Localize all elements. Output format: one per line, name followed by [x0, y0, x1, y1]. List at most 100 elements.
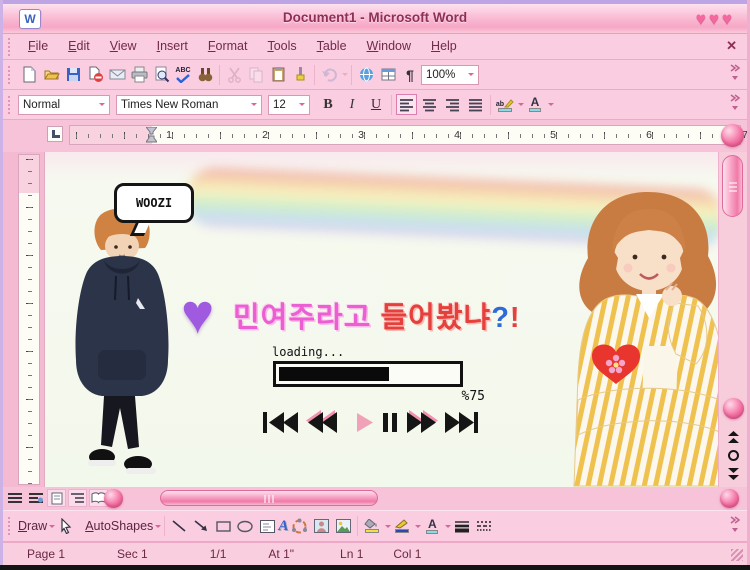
window-controls-hearts-icon[interactable]: ♥♥♥: [696, 9, 735, 29]
status-bar: Page 1 Sec 1 1/1 At 1" Ln 1 Col 1: [3, 542, 747, 565]
scroll-right-button[interactable]: [720, 489, 739, 508]
bold-button[interactable]: B: [316, 97, 340, 113]
paste-icon[interactable]: [267, 64, 289, 86]
rectangle-icon[interactable]: [212, 515, 234, 537]
font-color-dropdown-icon[interactable]: [548, 103, 554, 109]
loading-label: loading...: [272, 345, 345, 359]
undo-icon[interactable]: [318, 64, 340, 86]
menu-help[interactable]: Help: [421, 34, 467, 59]
rewind-icon: [306, 410, 337, 433]
outline-view-icon[interactable]: [68, 489, 87, 507]
picture-icon[interactable]: [332, 515, 354, 537]
line-icon[interactable]: [168, 515, 190, 537]
font-color-icon[interactable]: A: [524, 94, 546, 116]
toolbar-grip[interactable]: [8, 65, 10, 84]
vertical-scrollbar-thumb[interactable]: [722, 155, 743, 217]
standard-toolbar: ABC ¶ 100%: [3, 60, 747, 90]
normal-view-icon[interactable]: [5, 489, 24, 507]
status-page: Page 1: [27, 547, 66, 561]
toolbar-grip[interactable]: [8, 37, 10, 56]
menu-file[interactable]: File: [18, 34, 58, 59]
align-right-button[interactable]: [442, 94, 463, 115]
spelling-grammar-icon[interactable]: ABC: [172, 64, 194, 86]
line-color-icon[interactable]: [391, 515, 413, 537]
show-hide-formatting-icon[interactable]: ¶: [399, 64, 421, 86]
menu-edit[interactable]: Edit: [58, 34, 100, 59]
toolbar-options-chevron-icon[interactable]: [729, 63, 741, 86]
menu-window[interactable]: Window: [357, 34, 421, 59]
select-browse-object-icon[interactable]: [726, 449, 740, 462]
menu-table[interactable]: Table: [307, 34, 357, 59]
print-preview-icon[interactable]: [150, 64, 172, 86]
font-dropdown-icon: [251, 103, 257, 109]
style-value: Normal: [23, 98, 61, 111]
permission-icon[interactable]: [84, 64, 106, 86]
underline-button[interactable]: U: [364, 97, 388, 113]
justify-button[interactable]: [465, 94, 486, 115]
oval-icon[interactable]: [234, 515, 256, 537]
scroll-left-button[interactable]: [104, 489, 123, 508]
browse-previous-icon[interactable]: [726, 430, 740, 444]
text-box-icon[interactable]: [256, 515, 278, 537]
copy-icon[interactable]: [245, 64, 267, 86]
highlight-icon[interactable]: ab: [494, 94, 516, 116]
vertical-scrollbar[interactable]: [718, 152, 747, 487]
heading-red-text: 들어봤냐: [371, 302, 492, 334]
align-left-button[interactable]: [396, 94, 417, 115]
format-painter-icon[interactable]: [289, 64, 311, 86]
window-frame-bottom: [0, 565, 750, 570]
woozi-photo: [75, 208, 169, 474]
dash-style-icon[interactable]: [473, 515, 495, 537]
scroll-down-button[interactable]: [723, 398, 744, 419]
fill-color-icon[interactable]: [361, 515, 383, 537]
resize-grip-icon[interactable]: [731, 549, 743, 561]
font-color-icon[interactable]: A: [421, 515, 443, 537]
horizontal-scroll-row: [3, 487, 747, 510]
menu-insert[interactable]: Insert: [147, 34, 198, 59]
arrow-icon[interactable]: [190, 515, 212, 537]
menu-tools[interactable]: Tools: [257, 34, 306, 59]
font-combo[interactable]: Times New Roman: [116, 94, 262, 115]
indent-marker[interactable]: [144, 126, 159, 149]
toolbar-grip[interactable]: [8, 517, 10, 535]
zoom-combo[interactable]: 100%: [421, 64, 479, 85]
select-objects-icon[interactable]: [55, 515, 77, 537]
save-icon[interactable]: [62, 64, 84, 86]
wordart-icon[interactable]: A: [278, 518, 288, 535]
web-layout-view-icon[interactable]: [26, 489, 45, 507]
close-icon[interactable]: ✕: [726, 38, 737, 54]
heading-exclamation-mark: !: [509, 302, 521, 334]
font-size-combo[interactable]: 12: [268, 94, 310, 115]
menu-view[interactable]: View: [100, 34, 147, 59]
line-style-icon[interactable]: [451, 515, 473, 537]
draw-menu-button[interactable]: Draw: [18, 519, 47, 533]
media-player-buttons: [263, 410, 478, 433]
print-icon[interactable]: [128, 64, 150, 86]
word-window: W Document1 - Microsoft Word ♥♥♥ File Ed…: [0, 0, 750, 570]
tables-and-borders-icon[interactable]: [377, 64, 399, 86]
open-icon[interactable]: [40, 64, 62, 86]
toolbar-options-chevron-icon[interactable]: [729, 93, 741, 116]
italic-button[interactable]: I: [340, 97, 364, 113]
browse-next-icon[interactable]: [726, 467, 740, 481]
autoshapes-menu-button[interactable]: AutoShapes: [85, 519, 153, 533]
clip-art-icon[interactable]: [310, 515, 332, 537]
tab-selector[interactable]: [47, 126, 63, 142]
new-document-icon[interactable]: [18, 64, 40, 86]
horizontal-scrollbar-thumb[interactable]: [160, 490, 378, 506]
center-button[interactable]: [419, 94, 440, 115]
style-combo[interactable]: Normal: [18, 94, 110, 115]
undo-dropdown-icon[interactable]: [342, 73, 348, 79]
toolbar-grip[interactable]: [8, 95, 10, 114]
scroll-up-button[interactable]: [721, 124, 744, 147]
menu-format[interactable]: Format: [198, 34, 258, 59]
cut-icon[interactable]: [223, 64, 245, 86]
diagram-icon[interactable]: [288, 515, 310, 537]
document-page[interactable]: WOOZI ♥ 민여주라고 들어봤냐?! loading... %75: [44, 152, 721, 487]
print-layout-view-icon[interactable]: [47, 489, 66, 507]
insert-hyperlink-icon[interactable]: [355, 64, 377, 86]
toolbar-options-chevron-icon[interactable]: [729, 515, 741, 538]
email-icon[interactable]: [106, 64, 128, 86]
research-icon[interactable]: [194, 64, 216, 86]
window-title: Document1 - Microsoft Word: [282, 10, 468, 25]
